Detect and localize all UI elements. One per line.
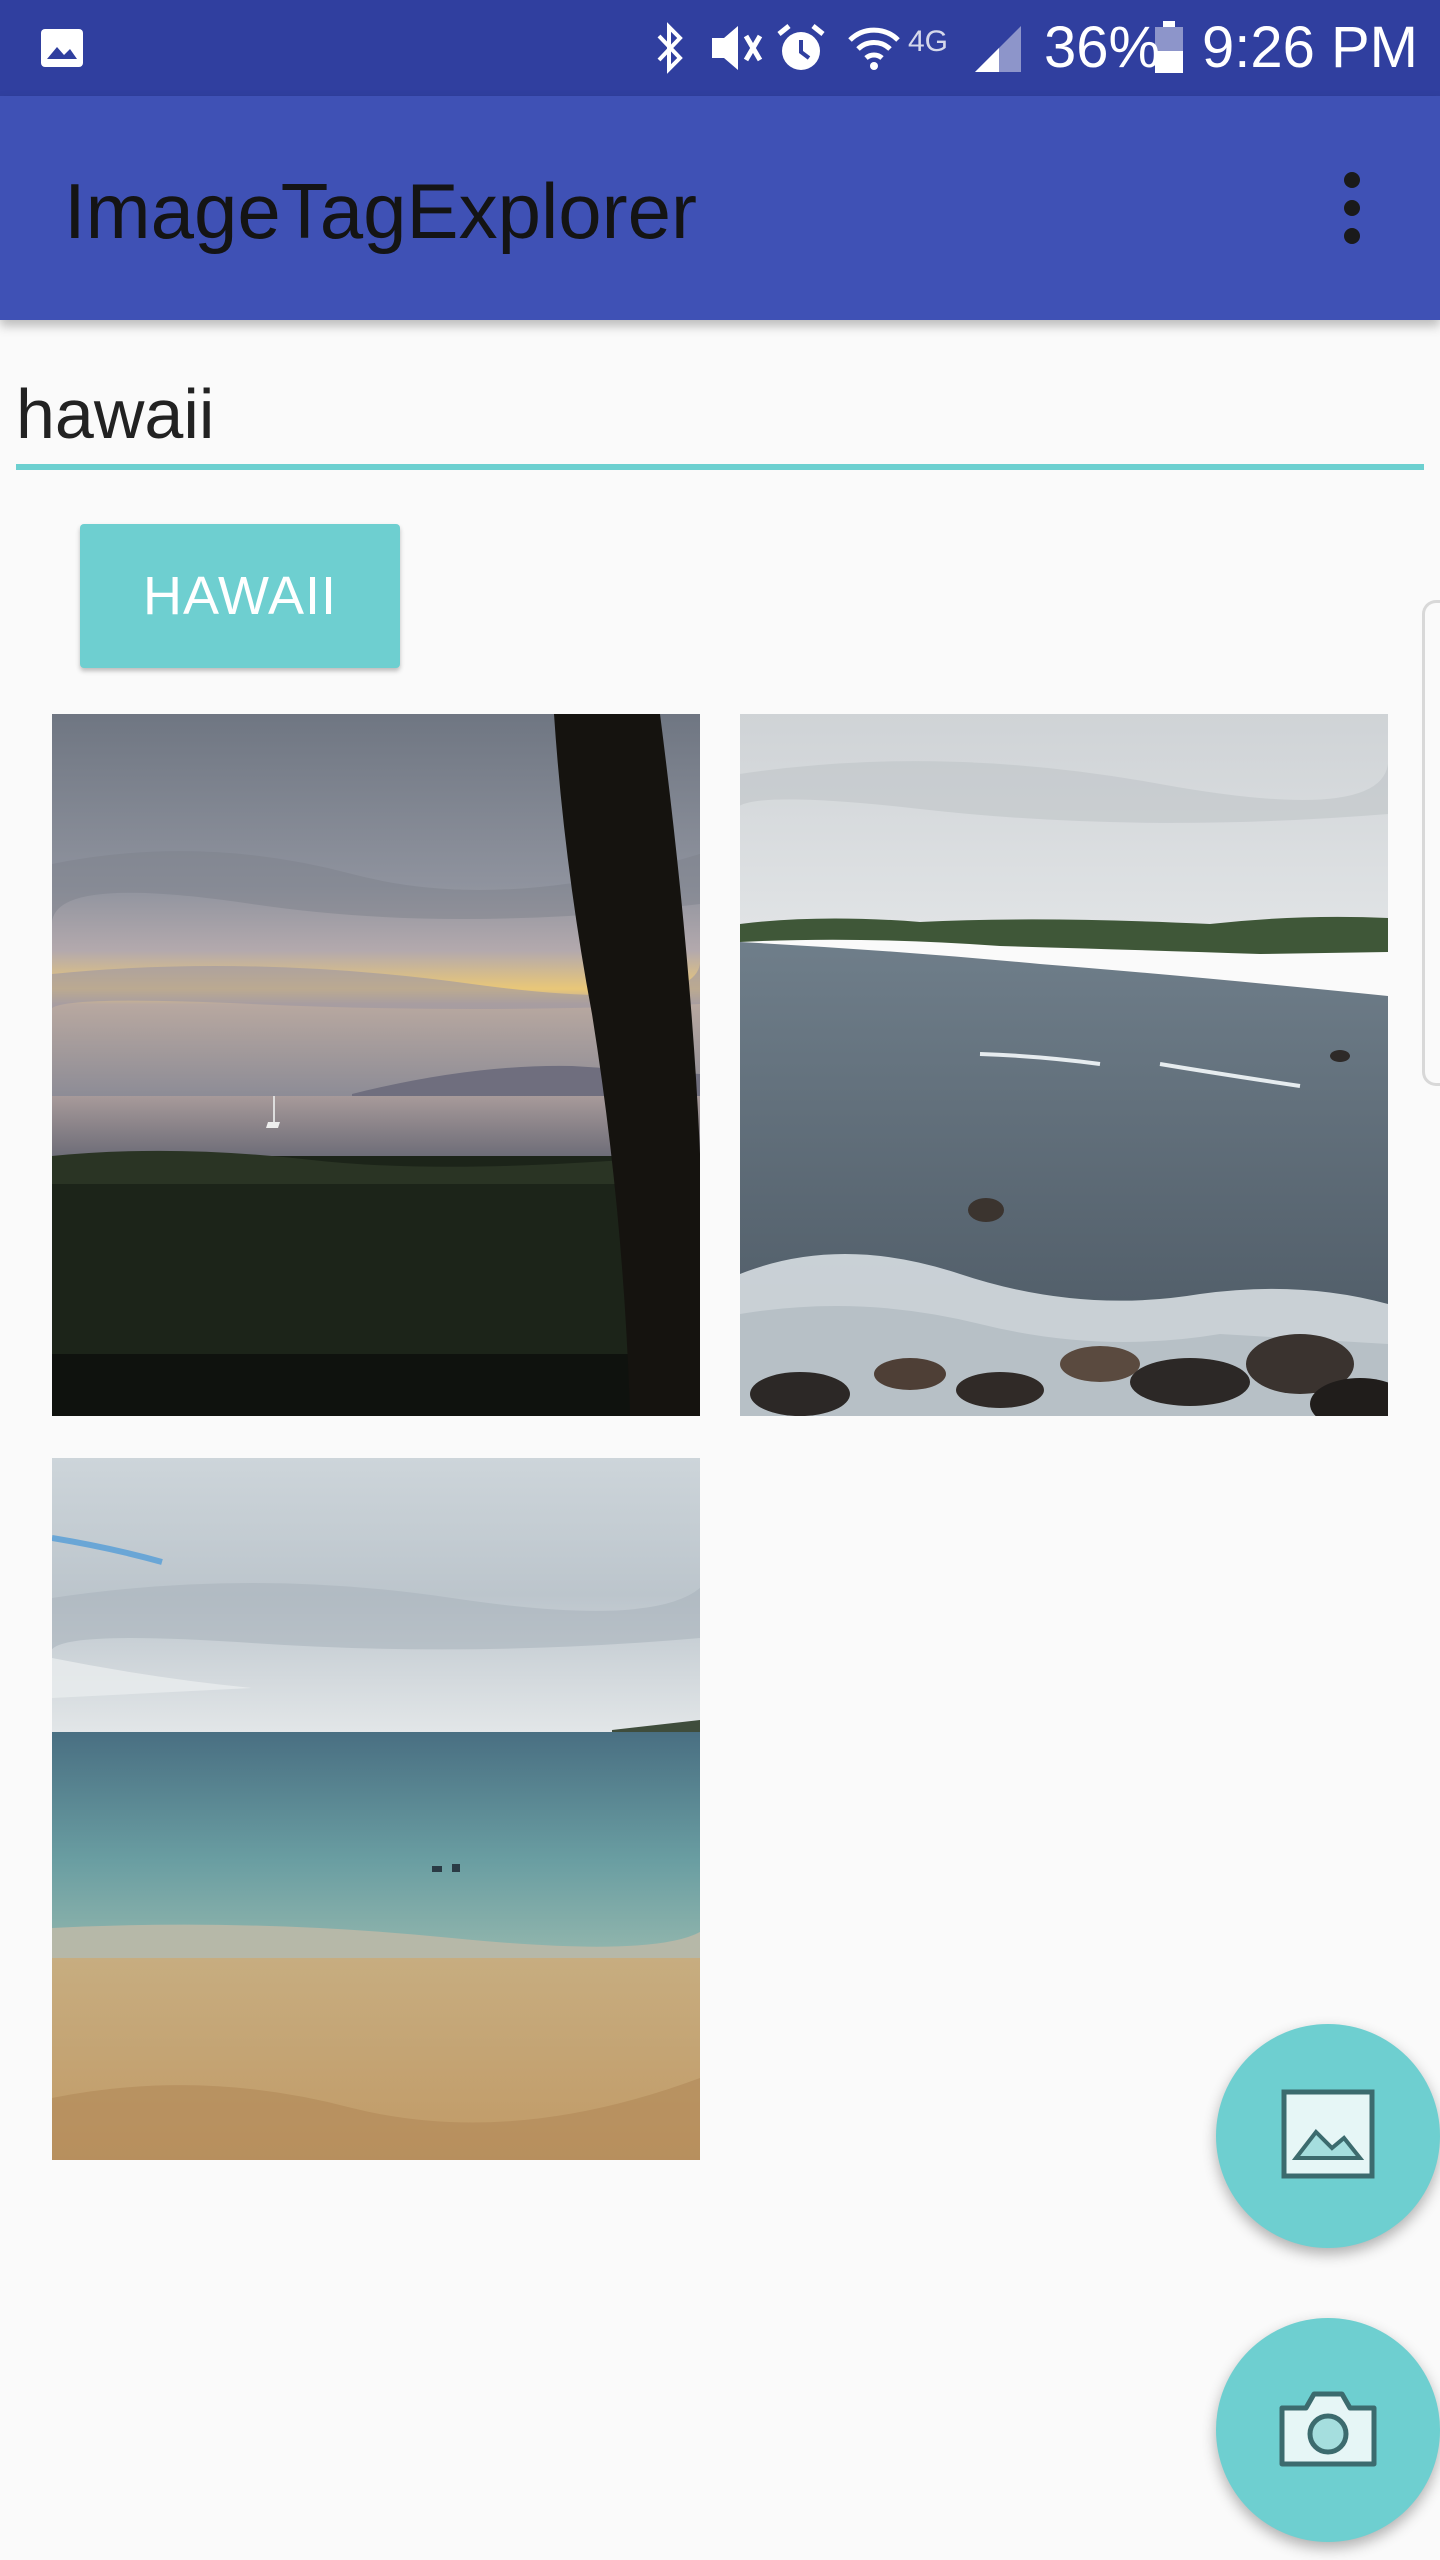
photo-coastline[interactable] (740, 714, 1388, 1416)
app-title: ImageTagExplorer (64, 167, 697, 255)
battery-icon (1152, 20, 1186, 76)
wifi-icon (844, 20, 904, 76)
photo-beach[interactable] (52, 1458, 700, 2160)
image-gallery-icon (1280, 2088, 1376, 2185)
search-input[interactable] (16, 364, 1424, 470)
network-type-label: 4G (908, 25, 949, 58)
bluetooth-icon (652, 20, 688, 76)
gallery-fab-button[interactable] (1216, 2024, 1440, 2248)
signal-icon (970, 20, 1026, 76)
tag-hawaii-button[interactable]: HAWAII (80, 524, 400, 668)
battery-percent: 36% (1044, 15, 1161, 80)
photo-sunset[interactable] (52, 714, 700, 1416)
app-bar: ImageTagExplorer (0, 96, 1440, 320)
overflow-menu-icon[interactable] (1330, 172, 1374, 244)
gallery-notification-icon (38, 20, 86, 76)
clock: 9:26 PM (1202, 15, 1418, 80)
vibrate-icon (708, 20, 764, 76)
alarm-icon (774, 20, 828, 76)
camera-fab-button[interactable] (1216, 2318, 1440, 2542)
camera-icon (1276, 2386, 1380, 2475)
status-bar: 4G 36% 9:26 PM (0, 0, 1440, 96)
edge-scroll-handle[interactable] (1422, 600, 1440, 1086)
